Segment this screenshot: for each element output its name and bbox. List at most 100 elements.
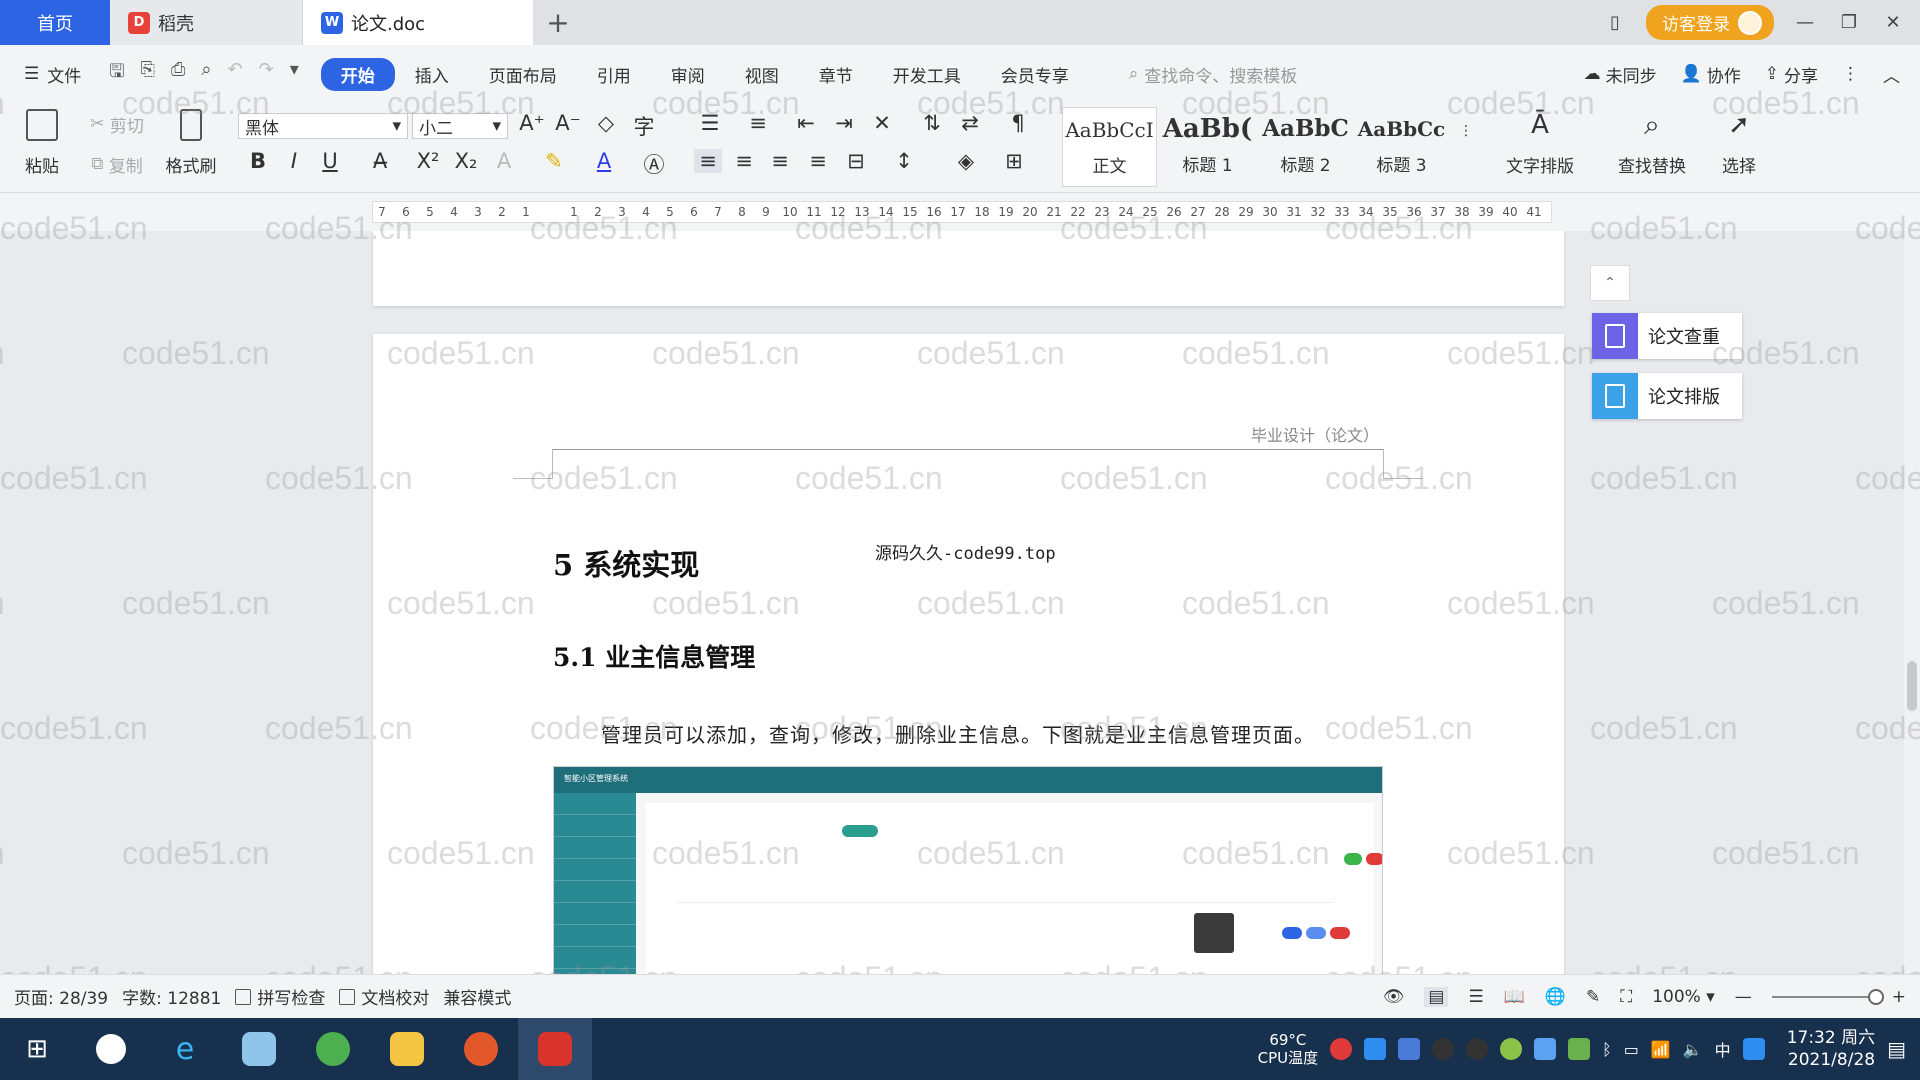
page-view-icon[interactable]: ▤ xyxy=(1424,986,1449,1007)
cursor-icon[interactable]: ➚ xyxy=(1714,107,1764,143)
tray-icon[interactable] xyxy=(1364,1038,1387,1060)
decrease-indent-icon[interactable]: ⇤ xyxy=(792,111,820,135)
format-painter-button[interactable]: 格式刷 xyxy=(160,151,222,177)
taskbar-ie[interactable]: e xyxy=(148,1018,222,1080)
more-icon[interactable]: ⋮ xyxy=(1842,64,1859,84)
style-heading-2[interactable]: AaBbC 标题 2 xyxy=(1258,107,1353,187)
show-marks-icon[interactable]: ¶ xyxy=(1004,111,1032,135)
italic-icon[interactable]: I xyxy=(280,149,308,173)
document-page[interactable]: 毕业设计（论文） 5 系统实现 源码久久-code99.top 5.1 业主信息… xyxy=(373,334,1564,974)
zoom-level[interactable]: 100% ▾ xyxy=(1652,987,1715,1007)
style-heading-3[interactable]: AaBbCc 标题 3 xyxy=(1354,107,1449,187)
grow-font-icon[interactable]: A⁺ xyxy=(518,111,546,135)
tray-icon[interactable] xyxy=(1534,1038,1557,1060)
taskbar-app-3[interactable] xyxy=(222,1018,296,1080)
zoom-out-icon[interactable]: — xyxy=(1735,987,1752,1007)
tray-icon[interactable] xyxy=(1330,1038,1353,1060)
font-color-icon[interactable]: A xyxy=(590,149,618,173)
export-icon[interactable]: ⎘ xyxy=(141,59,155,89)
zoom-in-icon[interactable]: + xyxy=(1892,987,1906,1007)
reading-view-icon[interactable]: 📖 xyxy=(1504,987,1525,1007)
taskbar-app-4[interactable] xyxy=(296,1018,370,1080)
print-icon[interactable]: ⎙ xyxy=(171,59,185,89)
embedded-screenshot[interactable]: 智能小区管理系统 xyxy=(553,766,1383,974)
page-count[interactable]: 页面: 28/39 xyxy=(0,984,108,1009)
taskbar-app-1[interactable] xyxy=(74,1018,148,1080)
sync-button[interactable]: ☁ 未同步 xyxy=(1584,62,1657,87)
panel-collapse-button[interactable]: ⌃ xyxy=(1590,265,1630,301)
document-area[interactable]: 毕业设计（论文） 5 系统实现 源码久久-code99.top 5.1 业主信息… xyxy=(0,231,1904,974)
menu-insert[interactable]: 插入 xyxy=(395,62,469,87)
qq-browser-icon[interactable] xyxy=(1742,1038,1765,1060)
shading-icon[interactable]: ◈ xyxy=(952,149,980,173)
taskbar-app-6[interactable] xyxy=(444,1018,518,1080)
qq-icon[interactable] xyxy=(1432,1038,1455,1060)
file-menu[interactable]: ☰ 文件 xyxy=(0,62,99,87)
spell-check-button[interactable]: 拼写检查 xyxy=(221,984,325,1009)
proofread-button[interactable]: 文档校对 xyxy=(325,984,429,1009)
font-name-select[interactable]: 黑体 ▾ xyxy=(238,113,408,139)
subscript-icon[interactable]: X₂ xyxy=(452,149,480,173)
text-layout-icon[interactable]: Ā xyxy=(1500,107,1580,143)
volume-icon[interactable]: 🔈 xyxy=(1683,1040,1703,1059)
zoom-slider[interactable] xyxy=(1771,988,1884,1005)
styles-more-icon[interactable]: ⋮ xyxy=(1452,123,1480,139)
increase-indent-icon[interactable]: ⇥ xyxy=(830,111,858,135)
fit-page-icon[interactable]: ⛶ xyxy=(1620,987,1632,1007)
align-left-icon[interactable]: ≡ xyxy=(694,149,722,173)
taskbar-explorer[interactable] xyxy=(370,1018,444,1080)
paste-button[interactable]: 粘贴 xyxy=(14,151,70,177)
start-button[interactable]: ⊞ xyxy=(0,1018,74,1080)
menu-start[interactable]: 开始 xyxy=(320,57,395,91)
redo-icon[interactable]: ↷ xyxy=(259,59,274,89)
cut-button[interactable]: ✂ 剪切 xyxy=(82,111,152,137)
paper-check-button[interactable]: 论文查重 xyxy=(1592,313,1742,359)
numbering-icon[interactable]: ≡ xyxy=(744,111,772,135)
undo-icon[interactable]: ↶ xyxy=(228,59,243,89)
align-center-icon[interactable]: ≡ xyxy=(730,149,758,173)
ruler[interactable]: 7 6 5 4 3 2 1 1 2 3 4 5 6 7 8 9 10 11 12 13 14 15 16 17 18 19 20 21… xyxy=(0,193,1920,231)
wifi-icon[interactable]: 📶 xyxy=(1651,1040,1671,1059)
highlight-icon[interactable]: ✎ xyxy=(540,149,568,173)
underline-icon[interactable]: U xyxy=(316,149,344,173)
text-layout-button[interactable]: 文字排版 xyxy=(1492,151,1588,177)
align-right-icon[interactable]: ≡ xyxy=(766,149,794,173)
line-spacing-icon[interactable]: ↕ xyxy=(890,149,918,173)
text-effect-icon[interactable]: A xyxy=(490,149,518,173)
qq-icon[interactable] xyxy=(1466,1038,1489,1060)
eye-protect-icon[interactable]: 👁 xyxy=(1383,987,1405,1007)
battery-icon[interactable]: ▭ xyxy=(1624,1040,1639,1059)
char-border-icon[interactable]: Ⓐ xyxy=(640,149,668,179)
find-replace-button[interactable]: 查找替换 xyxy=(1604,151,1700,177)
command-search[interactable]: ⌕ 查找命令、搜索模板 xyxy=(1129,62,1298,87)
font-size-select[interactable]: 小二 ▾ xyxy=(412,113,508,139)
menu-dev-tools[interactable]: 开发工具 xyxy=(873,62,981,87)
shrink-font-icon[interactable]: A⁻ xyxy=(554,111,582,135)
word-count[interactable]: 字数: 12881 xyxy=(108,984,221,1009)
collab-button[interactable]: 👤 协作 xyxy=(1681,62,1741,87)
menu-chapter[interactable]: 章节 xyxy=(799,62,873,87)
notification-icon[interactable]: ▤ xyxy=(1887,1037,1906,1061)
justify-icon[interactable]: ≡ xyxy=(804,149,832,173)
phonetic-icon[interactable]: 字 xyxy=(630,111,658,141)
bullets-icon[interactable]: ☰ xyxy=(696,111,724,135)
menu-view[interactable]: 视图 xyxy=(725,62,799,87)
save-icon[interactable]: 🖫 xyxy=(109,59,124,89)
sort-icon[interactable]: ⇅ xyxy=(918,111,946,135)
style-heading-1[interactable]: AaBb( 标题 1 xyxy=(1160,107,1255,187)
paste-icon[interactable] xyxy=(18,107,66,143)
web-view-icon[interactable]: 🌐 xyxy=(1545,987,1566,1007)
visitor-login-button[interactable]: 访客登录 xyxy=(1646,5,1774,40)
new-tab-button[interactable]: + xyxy=(533,0,583,45)
clear-format-icon[interactable]: ◇ xyxy=(592,111,620,135)
text-direction-icon[interactable]: ⇄ xyxy=(956,111,984,135)
menu-review[interactable]: 审阅 xyxy=(651,62,725,87)
style-normal[interactable]: AaBbCcI 正文 xyxy=(1062,107,1157,187)
restore-icon[interactable]: ❐ xyxy=(1836,12,1862,33)
bluetooth-icon[interactable]: ᛒ xyxy=(1602,1040,1612,1059)
collapse-ribbon-icon[interactable]: ︿ xyxy=(1883,62,1900,87)
nvidia-icon[interactable] xyxy=(1568,1038,1591,1060)
minimize-icon[interactable]: — xyxy=(1792,12,1818,33)
shield-icon[interactable] xyxy=(1398,1038,1421,1060)
strikethrough-icon[interactable]: A̶ xyxy=(366,149,394,173)
